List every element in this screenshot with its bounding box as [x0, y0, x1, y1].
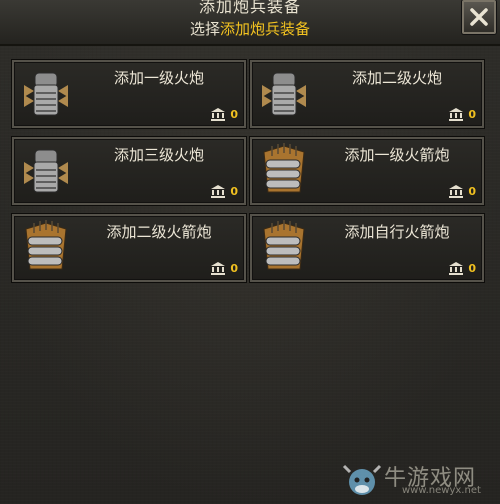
card-count: 0	[210, 107, 238, 121]
card-count: 0	[448, 107, 476, 121]
card-add-artillery-level-3[interactable]: 添加三级火炮 0	[12, 137, 246, 205]
equipment-panel: 添加炮兵装备 选择添加炮兵装备 添加一级火炮 0 添加二级火炮 0 添加三级火炮…	[0, 0, 500, 504]
header-divider	[0, 44, 500, 46]
panel-subtitle: 选择添加炮兵装备	[0, 18, 500, 39]
card-count-value: 0	[230, 184, 238, 198]
artillery-fist-icon	[24, 149, 68, 193]
card-add-self-propelled-rocket-artillery[interactable]: 添加自行火箭炮 0	[250, 214, 484, 282]
card-add-artillery-level-2[interactable]: 添加二级火炮 0	[250, 60, 484, 128]
card-count: 0	[448, 184, 476, 198]
subtitle-highlight: 添加炮兵装备	[220, 20, 311, 38]
bank-icon	[449, 108, 464, 121]
card-label: 添加二级火炮	[351, 69, 442, 87]
card-count: 0	[210, 184, 238, 198]
card-add-rocket-artillery-level-1[interactable]: 添加一级火箭炮 0	[250, 137, 484, 205]
bank-icon	[449, 262, 464, 275]
rocket-artillery-icon	[263, 220, 305, 270]
cow-logo-icon	[342, 464, 382, 495]
card-label: 添加一级火炮	[113, 69, 204, 87]
card-add-rocket-artillery-level-2[interactable]: 添加二级火箭炮 0	[12, 214, 246, 282]
card-add-artillery-level-1[interactable]: 添加一级火炮 0	[12, 60, 246, 128]
card-count-value: 0	[230, 107, 238, 121]
bank-icon	[211, 185, 226, 198]
watermark: 牛游戏网 www.newyx.net	[342, 462, 492, 498]
bank-icon	[211, 262, 226, 275]
panel-header: 添加炮兵装备 选择添加炮兵装备	[0, 0, 500, 45]
card-count-value: 0	[468, 184, 476, 198]
bank-icon	[449, 185, 464, 198]
artillery-fist-icon	[262, 72, 306, 116]
card-count: 0	[448, 261, 476, 275]
card-label: 添加自行火箭炮	[344, 223, 450, 241]
close-button[interactable]	[462, 0, 496, 34]
card-count: 0	[210, 261, 238, 275]
bank-icon	[211, 108, 226, 121]
rocket-artillery-icon	[263, 143, 305, 193]
card-count-value: 0	[230, 261, 238, 275]
card-label: 添加三级火炮	[113, 146, 204, 164]
rocket-artillery-icon	[25, 220, 67, 270]
close-icon	[470, 8, 488, 26]
subtitle-prefix: 选择	[189, 20, 220, 38]
artillery-fist-icon	[24, 72, 68, 116]
card-label: 添加一级火箭炮	[344, 146, 450, 164]
card-count-value: 0	[468, 261, 476, 275]
panel-title: 添加炮兵装备	[198, 0, 301, 16]
card-count-value: 0	[468, 107, 476, 121]
card-label: 添加二级火箭炮	[106, 223, 212, 241]
watermark-url: www.newyx.net	[402, 485, 481, 496]
